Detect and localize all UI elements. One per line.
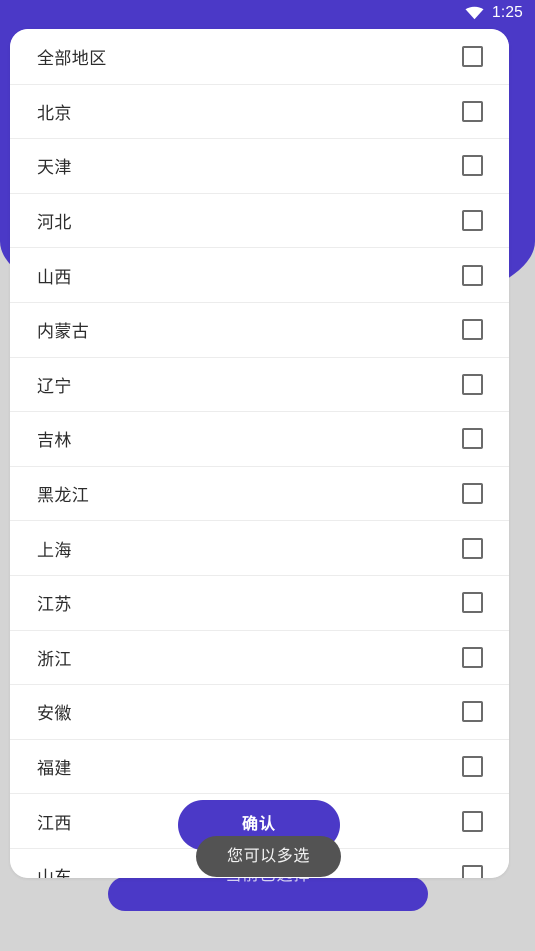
checkbox-icon[interactable]: [462, 756, 483, 778]
status-bar-time: 1:25: [492, 4, 523, 22]
region-label: 上海: [37, 540, 72, 560]
checkbox-icon[interactable]: [462, 210, 483, 232]
checkbox-icon[interactable]: [462, 537, 483, 559]
checkbox-icon[interactable]: [462, 646, 483, 668]
table-row[interactable]: 福建: [10, 738, 509, 794]
checkbox-icon[interactable]: [462, 100, 483, 122]
checkbox-icon[interactable]: [462, 865, 483, 878]
status-bar: 1:25: [0, 0, 535, 26]
region-label: 天津: [37, 158, 72, 178]
region-label: 江苏: [37, 595, 72, 615]
checkbox-icon[interactable]: [462, 45, 483, 67]
table-row[interactable]: 安徽: [10, 684, 509, 739]
region-label: 全部地区: [37, 48, 107, 68]
region-list[interactable]: 全部地区 北京 天津 河北 山西 内蒙古 辽宁 吉林 黑龙江 上海 江苏 浙江 安徽 福建 江西 山东: [10, 29, 509, 878]
toast-message: 您可以多选: [226, 847, 310, 865]
region-list-card: 全部地区 北京 天津 河北 山西 内蒙古 辽宁 吉林 黑龙江 上海 江苏 浙江 安徽 福建 江西 山东: [10, 29, 509, 878]
region-label: 辽宁: [37, 376, 72, 396]
checkbox-icon[interactable]: [462, 373, 483, 395]
checkbox-icon[interactable]: [462, 810, 483, 832]
table-row[interactable]: 江苏: [10, 574, 509, 630]
table-row[interactable]: 浙江: [10, 629, 509, 685]
region-label: 吉林: [37, 431, 72, 451]
table-row[interactable]: 上海: [10, 520, 509, 575]
checkbox-icon[interactable]: [462, 483, 483, 505]
table-row[interactable]: 河北: [10, 192, 509, 248]
region-label: 安徽: [37, 704, 72, 724]
region-label: 福建: [37, 759, 72, 779]
table-row[interactable]: 天津: [10, 138, 509, 193]
table-row[interactable]: 内蒙古: [10, 301, 509, 357]
region-label: 内蒙古: [37, 322, 90, 342]
region-label: 山西: [37, 267, 72, 287]
table-row[interactable]: 山西: [10, 247, 509, 302]
region-label: 黑龙江: [37, 486, 90, 506]
region-label: 北京: [37, 103, 72, 123]
checkbox-icon[interactable]: [462, 264, 483, 286]
table-row[interactable]: 全部地区: [10, 29, 509, 84]
table-row[interactable]: 黑龙江: [10, 465, 509, 521]
checkbox-icon[interactable]: [462, 592, 483, 614]
toast-notification: 您可以多选: [196, 836, 341, 877]
confirm-button-label: 确认: [241, 816, 276, 833]
checkbox-icon[interactable]: [462, 701, 483, 723]
bottom-action-button-label: 当前已选择: [225, 877, 310, 884]
wifi-icon: [465, 6, 484, 20]
table-row[interactable]: 辽宁: [10, 356, 509, 412]
checkbox-icon[interactable]: [462, 319, 483, 341]
table-row[interactable]: 北京: [10, 83, 509, 139]
region-label: 浙江: [37, 649, 72, 669]
checkbox-icon[interactable]: [462, 155, 483, 177]
bottom-action-button[interactable]: 当前已选择: [108, 877, 428, 911]
region-label: 河北: [37, 213, 72, 233]
table-row[interactable]: 吉林: [10, 411, 509, 466]
checkbox-icon[interactable]: [462, 428, 483, 450]
